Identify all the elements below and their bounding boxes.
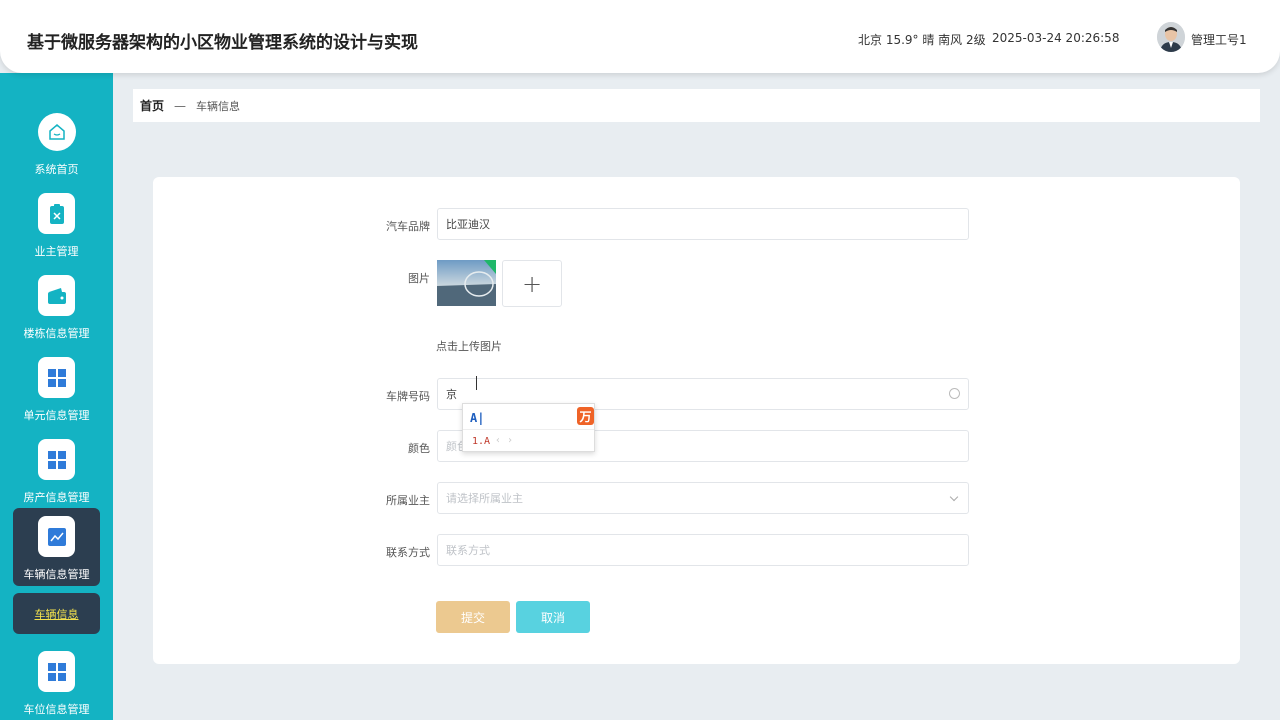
ime-candidate-popup: A| 万 1.A ‹ › [462,403,595,452]
sidebar-item-parking[interactable]: 车位信息管理 [13,643,100,720]
wallet-icon [38,275,75,316]
sidebar-item-vehicles[interactable]: 车辆信息管理 [13,508,100,586]
contact-label: 联系方式 [386,546,430,559]
breadcrumb-home[interactable]: 首页 [140,97,164,114]
uploaded-image-thumbnail[interactable] [437,260,496,306]
sidebar-item-label: 房产信息管理 [23,491,90,504]
sidebar-item-label: 业主管理 [34,245,79,258]
contact-input[interactable]: 联系方式 [437,534,969,566]
ime-candidate-1[interactable]: 1.A [472,436,490,447]
breadcrumb-current: 车辆信息 [196,99,241,113]
plate-label: 车牌号码 [386,390,430,403]
sidebar-subitem-label: 车辆信息 [34,607,79,621]
sidebar-item-label: 车位信息管理 [23,703,90,716]
form-card [153,177,1240,664]
upload-hint: 点击上传图片 [436,340,502,353]
brand-input[interactable]: 比亚迪汉 [437,208,969,240]
home-icon [38,113,76,151]
sidebar-item-label: 楼栋信息管理 [23,327,90,340]
ime-logo-icon[interactable]: 万 [577,407,594,425]
submit-button[interactable]: 提交 [436,601,510,633]
sidebar-item-label: 单元信息管理 [23,409,90,422]
sidebar: 系统首页 业主管理 楼栋信息管理 单元信息管理 房产信息管理 车辆信息管理 车辆… [0,73,113,720]
brand-value: 比亚迪汉 [446,218,490,231]
ime-divider [463,429,594,430]
breadcrumb-separator: — [174,98,187,113]
app-title: 基于微服务器架构的小区物业管理系统的设计与实现 [27,33,418,53]
upload-image-button[interactable]: + [502,260,562,307]
weather-info: 北京 15.9° 晴 南风 2级 [858,33,986,47]
sidebar-item-label: 车辆信息管理 [23,568,90,581]
top-header: 基于微服务器架构的小区物业管理系统的设计与实现 北京 15.9° 晴 南风 2级… [0,0,1280,73]
sidebar-item-label: 系统首页 [34,163,79,176]
sidebar-subitem-vehicle-info[interactable]: 车辆信息 [13,593,100,634]
grid-icon [38,357,75,398]
owner-select[interactable]: 请选择所属业主 [437,482,969,514]
contact-placeholder: 联系方式 [446,544,490,557]
chevron-down-icon [949,492,959,502]
sidebar-item-owners[interactable]: 业主管理 [13,185,100,263]
image-label: 图片 [408,272,430,285]
datetime: 2025-03-24 20:26:58 [992,31,1120,45]
owner-placeholder: 请选择所属业主 [446,492,523,505]
sidebar-item-units[interactable]: 单元信息管理 [13,349,100,427]
clear-icon[interactable] [949,388,960,399]
sidebar-item-buildings[interactable]: 楼栋信息管理 [13,267,100,345]
clipboard-icon [38,193,75,234]
ime-page-arrows-icon[interactable]: ‹ › [495,435,513,446]
plate-value: 京 [446,388,457,401]
avatar[interactable] [1157,22,1185,52]
grid-icon [38,439,75,480]
grid-icon [38,651,75,692]
color-label: 颜色 [408,442,430,455]
chart-icon [38,516,75,557]
breadcrumb: 首页 — 车辆信息 [133,89,1260,122]
sidebar-item-home[interactable]: 系统首页 [13,103,100,181]
owner-label: 所属业主 [386,494,430,507]
sidebar-item-property[interactable]: 房产信息管理 [13,431,100,509]
cancel-button[interactable]: 取消 [516,601,590,633]
ime-composition: A| [470,411,485,425]
user-name[interactable]: 管理工号1 [1191,31,1247,48]
text-cursor-icon [476,376,482,390]
brand-label: 汽车品牌 [386,220,430,233]
plus-icon: + [521,269,543,298]
